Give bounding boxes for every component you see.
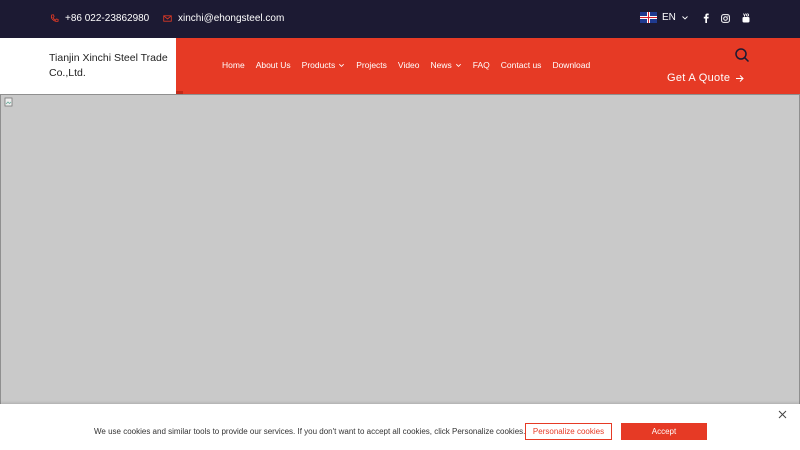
broken-image-icon [4, 97, 13, 107]
search-button[interactable] [734, 47, 750, 63]
nav-item-contact-us[interactable]: Contact us [501, 60, 542, 70]
nav-label: Video [397, 60, 420, 70]
facebook-icon[interactable] [701, 13, 710, 23]
main-menu: Home About Us Products Projects Video Ne… [222, 60, 601, 70]
email-address: xinchi@ehongsteel.com [178, 13, 285, 24]
language-selector[interactable]: EN [640, 12, 689, 23]
nav-label: Download [552, 60, 591, 70]
personalize-cookies-button[interactable]: Personalize cookies [525, 423, 612, 440]
chevron-down-icon [455, 63, 461, 67]
uk-flag-icon [640, 12, 657, 23]
nav-item-news[interactable]: News [431, 60, 462, 70]
quote-label: Get A Quote [667, 72, 731, 84]
logo[interactable]: Tianjin Xinchi Steel Trade Co.,Ltd. [0, 38, 183, 94]
cookie-message: We use cookies and similar tools to prov… [94, 427, 526, 436]
nav-item-products[interactable]: Products [302, 60, 346, 70]
nav-item-projects[interactable]: Projects [356, 60, 387, 70]
nav-label: Contact us [500, 60, 542, 70]
nav-label: Products [301, 60, 336, 70]
youtube-icon[interactable] [741, 13, 750, 23]
company-name: Tianjin Xinchi Steel Trade Co.,Ltd. [49, 52, 168, 79]
nav-label: Home [222, 60, 245, 70]
mail-icon [163, 15, 172, 22]
get-a-quote-button[interactable]: Get A Quote [667, 72, 744, 84]
cookie-banner: We use cookies and similar tools to prov… [0, 404, 800, 450]
main-navbar: Tianjin Xinchi Steel Trade Co.,Ltd. Home… [0, 38, 800, 94]
instagram-icon[interactable] [721, 13, 730, 23]
arrow-right-icon [736, 74, 744, 82]
social-links [701, 13, 750, 23]
nav-item-video[interactable]: Video [398, 60, 420, 70]
search-icon [735, 48, 750, 63]
email-contact[interactable]: xinchi@ehongsteel.com [163, 13, 284, 24]
nav-label: About Us [255, 60, 291, 70]
nav-item-about-us[interactable]: About Us [256, 60, 291, 70]
close-icon[interactable] [777, 409, 788, 420]
language-label: EN [662, 12, 676, 23]
top-bar: +86 022-23862980 xinchi@ehongsteel.com E… [0, 0, 800, 38]
phone-icon [50, 14, 59, 22]
accept-cookies-button[interactable]: Accept [621, 423, 707, 440]
nav-item-home[interactable]: Home [222, 60, 245, 70]
nav-label: FAQ [472, 60, 490, 70]
nav-label: Projects [356, 60, 387, 70]
chevron-down-icon [339, 63, 345, 67]
phone-contact[interactable]: +86 022-23862980 [50, 13, 149, 24]
hero-banner-placeholder [0, 94, 800, 405]
phone-number: +86 022-23862980 [65, 13, 150, 24]
nav-item-download[interactable]: Download [552, 60, 590, 70]
nav-item-faq[interactable]: FAQ [473, 60, 490, 70]
nav-label: News [430, 60, 452, 70]
chevron-down-icon [682, 15, 688, 20]
